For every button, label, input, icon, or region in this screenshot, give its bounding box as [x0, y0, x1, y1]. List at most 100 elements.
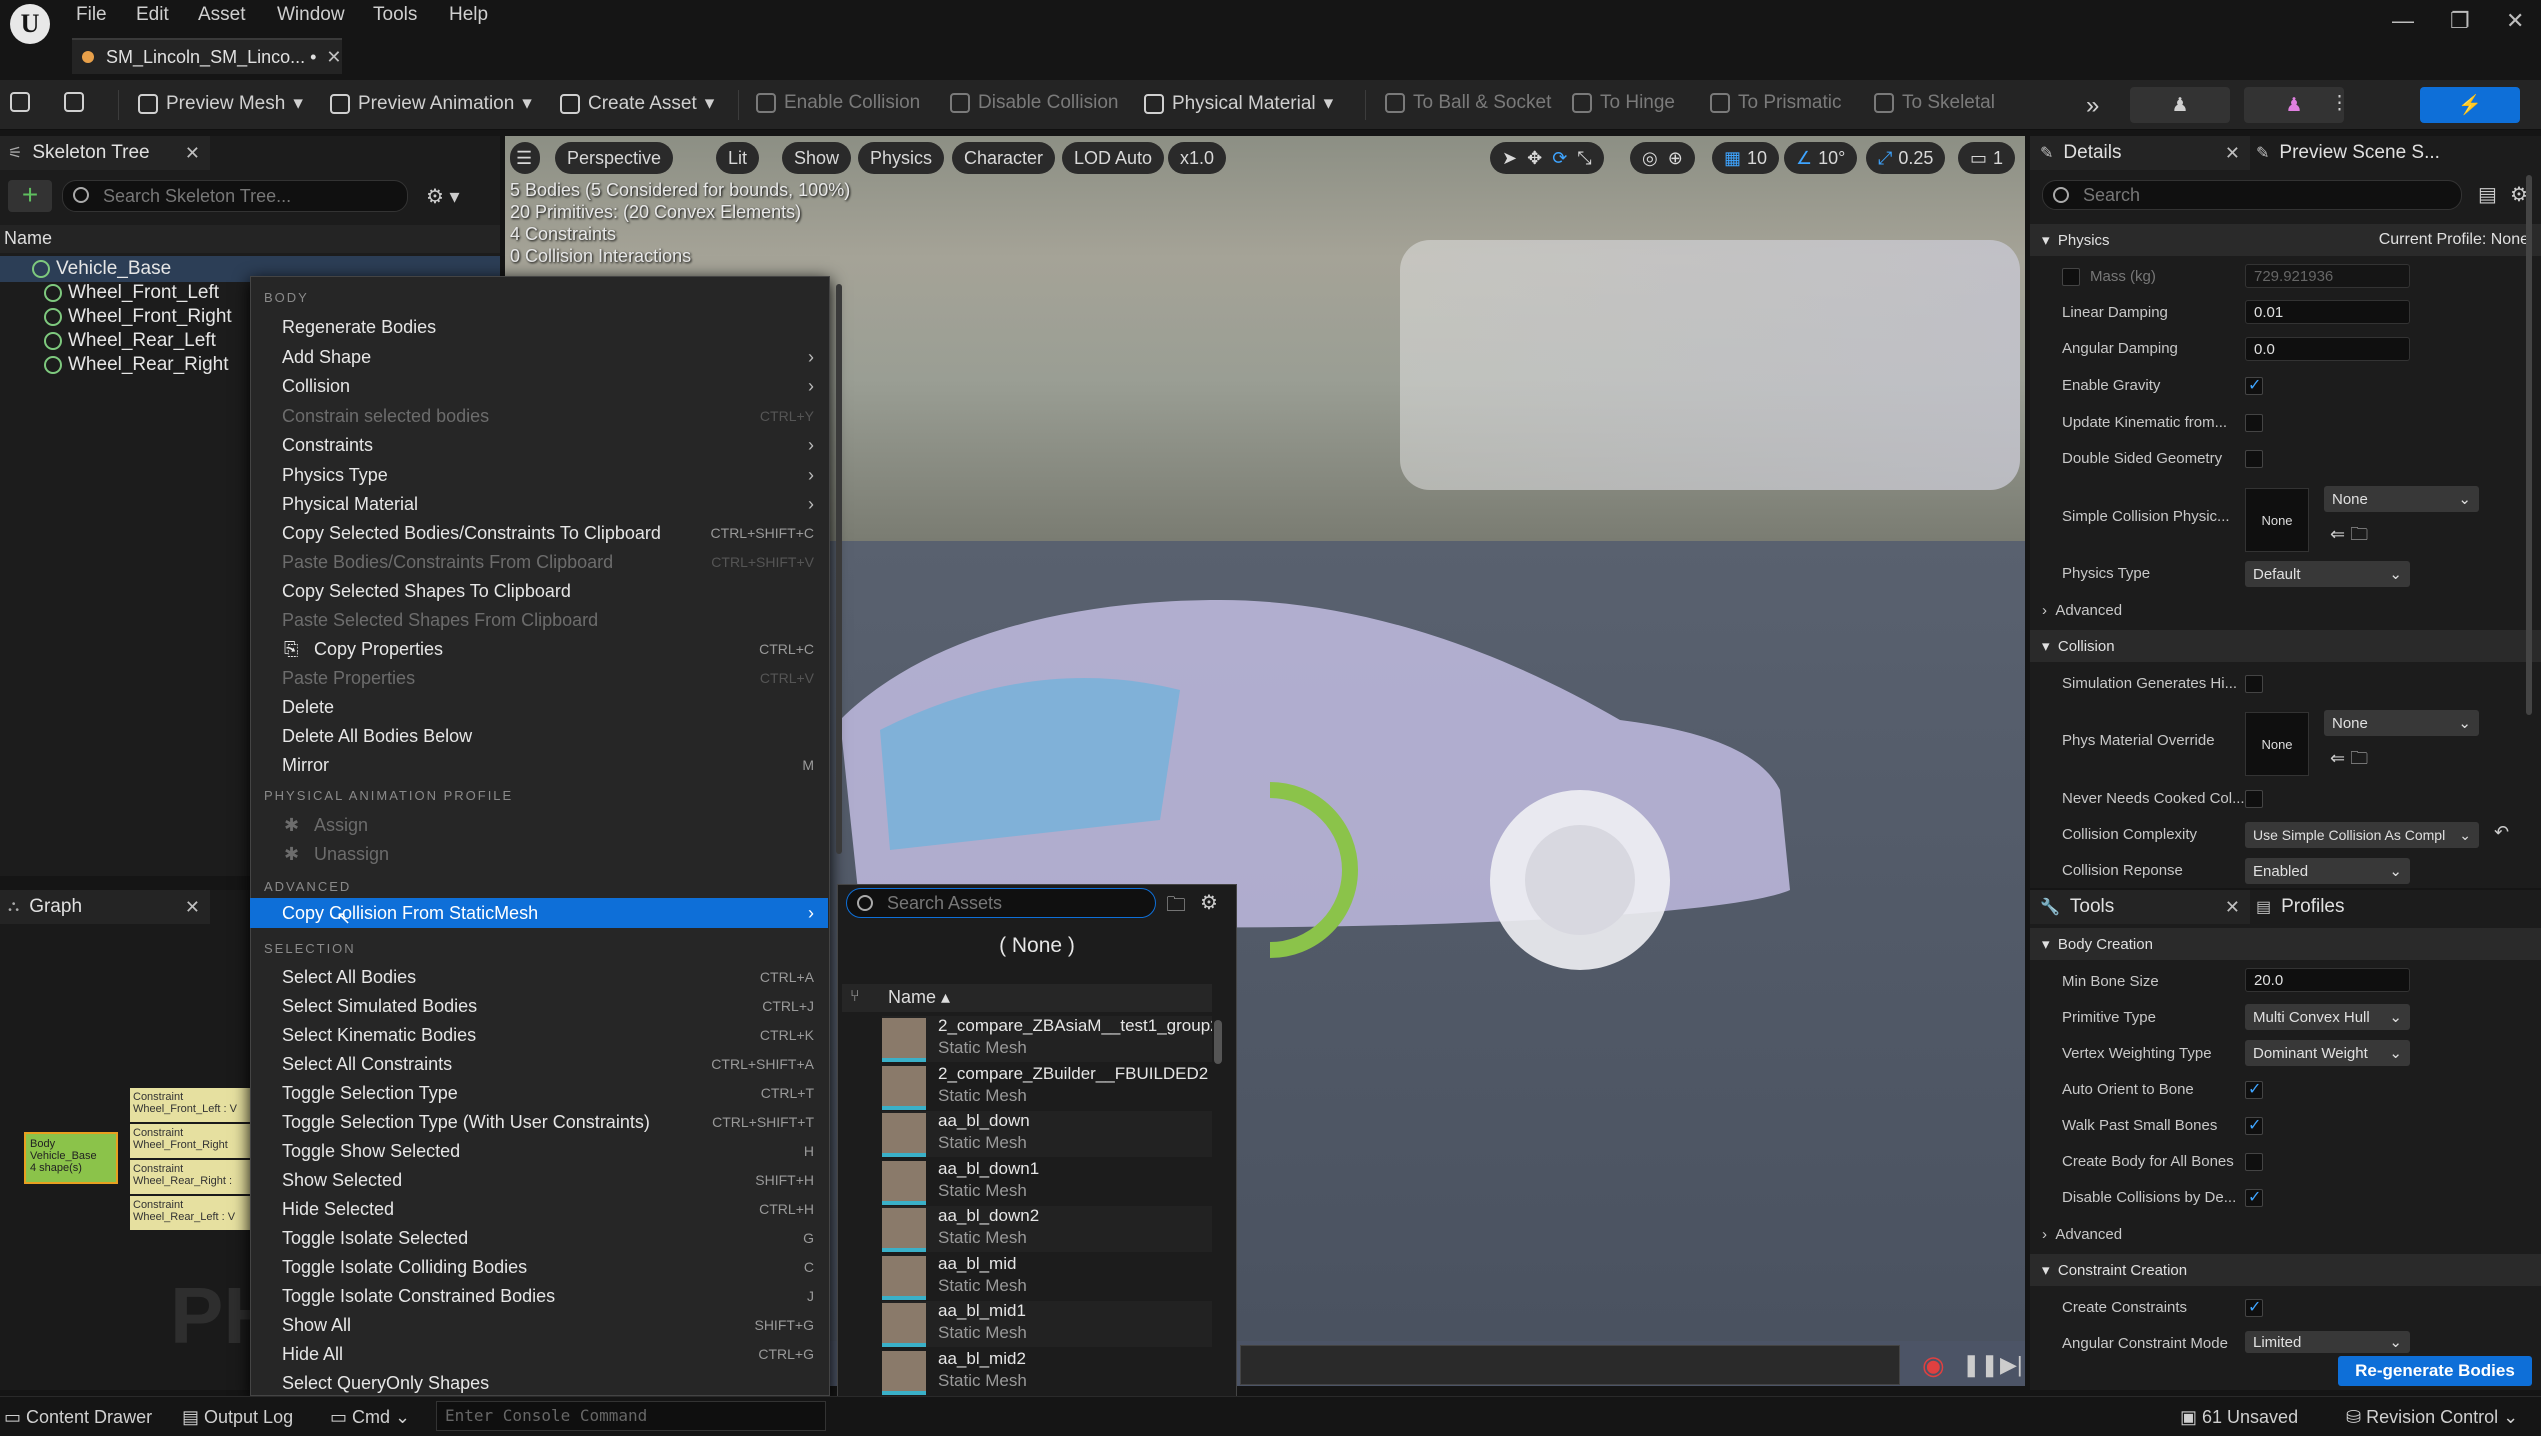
preview-mesh-button[interactable]: Preview Mesh ▾ — [138, 92, 303, 115]
bone-wheel-front-left[interactable]: Wheel_Front_Left — [44, 281, 219, 305]
min-bone-size-field[interactable]: 20.0 — [2245, 968, 2410, 992]
menu-edit[interactable]: Edit — [136, 4, 169, 26]
context-menu-item[interactable]: Paste Selected Shapes From Clipboard — [250, 605, 828, 635]
double-sided-checkbox[interactable] — [2245, 450, 2263, 468]
asset-row[interactable]: aa_bl_mid2 Static Mesh — [882, 1348, 1212, 1395]
bone-vehicle-base[interactable]: Vehicle_Base — [32, 257, 171, 281]
phys-material-use-selected-icon[interactable]: ⇐ 🗀 — [2330, 746, 2368, 776]
selection-menu-item[interactable]: Select QueryOnly Shapes — [250, 1368, 828, 1398]
output-log-button[interactable]: ▤ Output Log — [182, 1407, 293, 1428]
cmd-dropdown[interactable]: ▭ Cmd ⌄ — [330, 1407, 410, 1428]
context-menu-item[interactable]: Physics Type › — [250, 460, 828, 490]
sim-generates-hit-checkbox[interactable] — [2245, 675, 2263, 693]
show-button[interactable]: Show — [782, 142, 852, 174]
selection-menu-item[interactable]: Select Simulated Bodies CTRL+J — [250, 991, 828, 1021]
context-menu-item[interactable]: Copy Selected Shapes To Clipboard — [250, 576, 828, 606]
mass-override-checkbox[interactable] — [2062, 268, 2080, 286]
timeline-bar[interactable] — [1240, 1345, 1900, 1385]
context-menu-item[interactable]: ⎘ Copy Properties CTRL+C — [250, 634, 828, 664]
unreal-logo-icon[interactable]: U — [10, 4, 50, 44]
selection-menu-item[interactable]: Show All SHIFT+G — [250, 1310, 828, 1340]
menu-asset[interactable]: Asset — [198, 4, 246, 26]
update-kinematic-checkbox[interactable] — [2245, 414, 2263, 432]
surface-snap-icon[interactable]: ⊕ — [1668, 148, 1683, 169]
create-constraints-checkbox[interactable] — [2245, 1297, 2263, 1317]
graph-tab[interactable]: ⛬ Graph ✕ — [0, 890, 210, 924]
tools-advanced-expander[interactable]: › Advanced — [2042, 1226, 2122, 1243]
constraint-creation-section[interactable]: ▾ Constraint Creation — [2030, 1254, 2541, 1286]
selection-menu-item[interactable]: Hide All CTRL+G — [250, 1339, 828, 1369]
collision-section[interactable]: ▾ Collision — [2030, 630, 2541, 662]
context-menu-item[interactable]: Delete All Bodies Below — [250, 721, 828, 751]
selection-menu-item[interactable]: Select All Constraints CTRL+SHIFT+A — [250, 1049, 828, 1079]
body-creation-section[interactable]: ▾ Body Creation — [2030, 928, 2541, 960]
details-advanced-expander[interactable]: › Advanced — [2042, 602, 2122, 619]
camera-speed-button[interactable]: ▭ 1 — [1958, 142, 2016, 174]
menu-window[interactable]: Window — [277, 4, 345, 26]
bone-wheel-rear-right[interactable]: Wheel_Rear_Right — [44, 353, 229, 377]
enable-gravity-checkbox[interactable] — [2245, 375, 2263, 395]
selection-menu-item[interactable]: Toggle Selection Type CTRL+T — [250, 1078, 828, 1108]
constraint-node[interactable]: Constraint Wheel_Rear_Right : — [130, 1160, 250, 1194]
collision-complexity-dropdown[interactable]: Use Simple Collision As Compl ⌄ — [2245, 822, 2479, 848]
step-forward-icon[interactable]: ▶| — [2000, 1352, 2023, 1378]
assign-menu-item[interactable]: ✱ Assign — [250, 810, 828, 840]
context-menu-item[interactable]: Physical Material › — [250, 489, 828, 519]
viewport-menu-icon[interactable]: ☰ — [510, 142, 540, 174]
details-search-input[interactable]: Search — [2042, 180, 2462, 210]
selection-menu-item[interactable]: Toggle Selection Type (With User Constra… — [250, 1107, 828, 1137]
bone-wheel-rear-left[interactable]: Wheel_Rear_Left — [44, 329, 216, 353]
enable-collision-button[interactable]: Enable Collision — [756, 92, 920, 114]
asset-column-header[interactable]: Name ▴ — [842, 984, 1212, 1012]
asset-row[interactable]: aa_bl_down2 Static Mesh — [882, 1206, 1212, 1252]
reset-to-default-icon[interactable]: ↶ — [2494, 822, 2509, 843]
angular-damping-field[interactable]: 0.0 — [2245, 337, 2410, 361]
browse-icon[interactable] — [64, 92, 84, 112]
context-menu-item[interactable]: Constrain selected bodies CTRL+Y — [250, 401, 828, 431]
physics-mode-button[interactable]: ♟ — [2244, 87, 2344, 123]
view-options[interactable]: ◎ ⊕ — [1630, 142, 1695, 174]
add-bone-button[interactable]: + — [8, 180, 52, 212]
lit-button[interactable]: Lit — [716, 142, 760, 174]
context-menu-item[interactable]: Regenerate Bodies — [250, 312, 828, 342]
selection-menu-item[interactable]: Toggle Isolate Colliding Bodies C — [250, 1252, 828, 1282]
skeleton-tree-tab[interactable]: ⚟ Skeleton Tree ✕ — [0, 136, 210, 170]
pause-icon[interactable]: ❚❚ — [1962, 1352, 1999, 1378]
asset-row[interactable]: aa_bl_mid1 Static Mesh — [882, 1301, 1212, 1347]
unassign-menu-item[interactable]: ✱ Unassign — [250, 839, 828, 869]
menu-file[interactable]: File — [76, 4, 107, 26]
selection-menu-item[interactable]: Show Selected SHIFT+H — [250, 1165, 828, 1195]
folder-icon[interactable]: 🗀 — [1166, 890, 1186, 924]
selection-menu-item[interactable]: Toggle Show Selected H — [250, 1136, 828, 1166]
selection-menu-item[interactable]: Toggle Isolate Constrained Bodies J — [250, 1281, 828, 1311]
selection-menu-item[interactable]: Select Kinematic Bodies CTRL+K — [250, 1020, 828, 1050]
asset-row[interactable]: 2_compare_ZBuilder__FBUILDED2 Static Mesh — [882, 1063, 1212, 1110]
details-scrollbar[interactable] — [2526, 175, 2532, 715]
transform-tools[interactable]: ➤ ✥ ⟳ ⤡ — [1490, 142, 1604, 174]
asset-row[interactable]: aa_bl_down1 Static Mesh — [882, 1158, 1212, 1205]
to-skeletal-button[interactable]: To Skeletal — [1874, 92, 1995, 114]
constraint-node[interactable]: Constraint Wheel_Front_Left : V — [130, 1088, 250, 1122]
revision-control-button[interactable]: ⛁ Revision Control ⌄ — [2346, 1407, 2518, 1428]
close-window-icon[interactable]: ✕ — [2506, 8, 2524, 34]
simple-collision-thumbnail[interactable]: None — [2245, 488, 2309, 552]
phys-material-dropdown[interactable]: None ⌄ — [2324, 710, 2479, 736]
selection-menu-item[interactable]: Toggle Isolate Selected G — [250, 1223, 828, 1253]
asset-row[interactable]: aa_bl_down Static Mesh — [882, 1111, 1212, 1157]
physics-type-dropdown[interactable]: Default ⌄ — [2245, 561, 2410, 587]
context-menu-item[interactable]: Delete — [250, 692, 828, 722]
asset-list-scrollbar[interactable] — [1214, 1020, 1222, 1064]
unsaved-button[interactable]: ▣ 61 Unsaved — [2180, 1407, 2298, 1428]
content-drawer-button[interactable]: ▭ Content Drawer — [4, 1407, 152, 1428]
create-asset-button[interactable]: Create Asset ▾ — [560, 92, 714, 115]
rotate-icon[interactable]: ⟳ — [1552, 148, 1567, 169]
scale-snap-button[interactable]: ⤢ 0.25 — [1866, 142, 1946, 174]
close-skeleton-tree-icon[interactable]: ✕ — [185, 143, 200, 164]
document-tab[interactable]: SM_Lincoln_SM_Linco... • ✕ — [72, 38, 342, 74]
lod-auto-button[interactable]: LOD Auto — [1062, 142, 1165, 174]
context-menu-item[interactable]: Paste Properties CTRL+V — [250, 663, 828, 693]
physics-button[interactable]: Physics — [858, 142, 945, 174]
context-menu-item[interactable]: Copy Selected Bodies/Constraints To Clip… — [250, 518, 828, 548]
vertex-weighting-dropdown[interactable]: Dominant Weight ⌄ — [2245, 1040, 2410, 1066]
options-kebab-icon[interactable]: ⋮ — [2330, 92, 2349, 115]
